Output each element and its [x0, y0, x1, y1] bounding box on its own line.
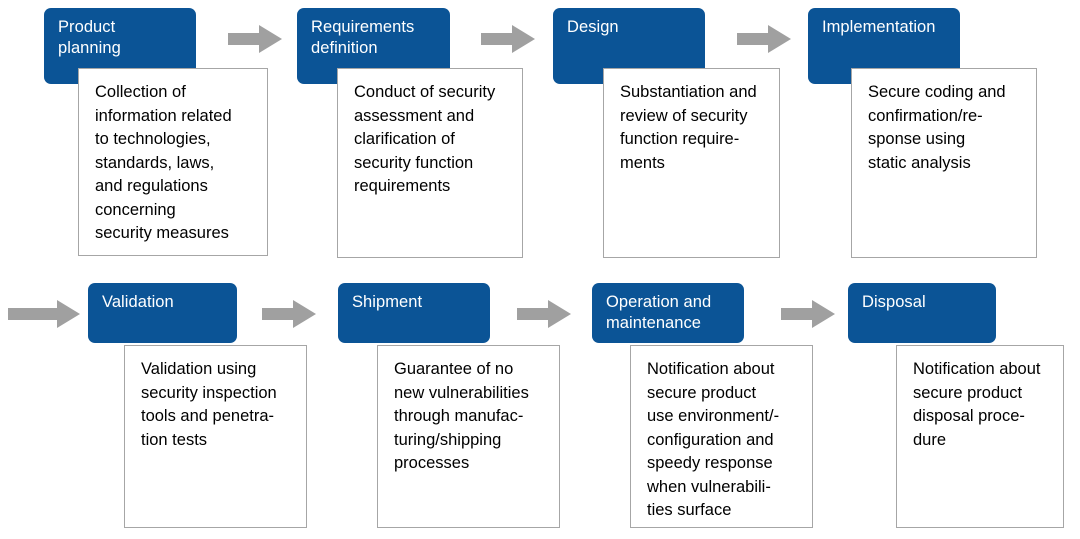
- process-flow-diagram: Product planning Collection of informati…: [0, 0, 1080, 539]
- stage-card-validation: Validation using security inspection too…: [124, 345, 307, 528]
- stage-implementation: Implementation Secure coding and confirm…: [808, 8, 1037, 258]
- arrow-operation-to-disposal: [781, 300, 835, 328]
- arrow-requirements-to-design: [481, 25, 535, 53]
- arrow-design-to-implementation: [737, 25, 791, 53]
- arrow-planning-to-requirements: [228, 25, 282, 53]
- stage-operation-and-maintenance: Operation and maintenance Notification a…: [592, 283, 813, 528]
- stage-card-implementation: Secure coding and confirmation/re- spons…: [851, 68, 1037, 258]
- arrow-validation-to-shipment: [262, 300, 316, 328]
- stage-header-validation[interactable]: Validation: [88, 283, 237, 343]
- arrow-implementation-to-validation: [8, 300, 80, 328]
- stage-card-design: Substantiation and review of security fu…: [603, 68, 780, 258]
- stage-card-shipment: Guarantee of no new vulnerabilities thro…: [377, 345, 560, 528]
- stage-card-operation-and-maintenance: Notification about secure product use en…: [630, 345, 813, 528]
- stage-card-product-planning: Collection of information related to tec…: [78, 68, 268, 256]
- stage-header-disposal[interactable]: Disposal: [848, 283, 996, 343]
- stage-card-disposal: Notification about secure product dispos…: [896, 345, 1064, 528]
- arrow-shipment-to-operation: [517, 300, 571, 328]
- stage-header-shipment[interactable]: Shipment: [338, 283, 490, 343]
- stage-disposal: Disposal Notification about secure produ…: [848, 283, 1064, 528]
- stage-card-requirements-definition: Conduct of security assessment and clari…: [337, 68, 523, 258]
- stage-header-operation-and-maintenance[interactable]: Operation and maintenance: [592, 283, 744, 343]
